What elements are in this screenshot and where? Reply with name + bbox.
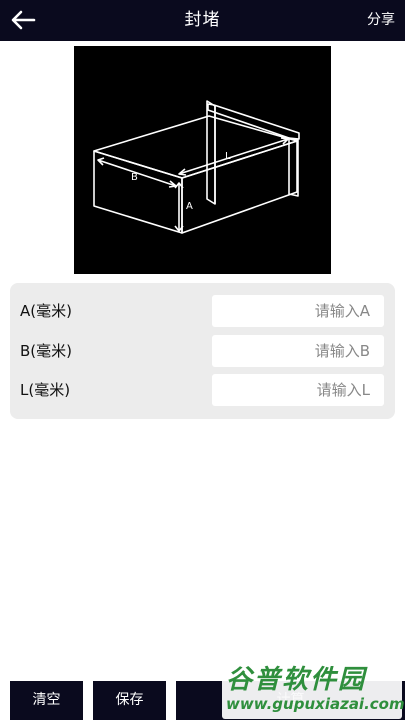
form-row-a: A(毫米) bbox=[10, 295, 395, 327]
form-row-l: L(毫米) bbox=[10, 374, 395, 406]
input-l[interactable] bbox=[212, 374, 384, 406]
watermark: 谷普软件园 www.gupuxiazai.com bbox=[222, 657, 405, 719]
dimension-l-line bbox=[178, 138, 289, 175]
top-bar: 封堵 分享 bbox=[0, 0, 405, 41]
label-a: A bbox=[186, 201, 193, 212]
watermark-url: www.gupuxiazai.com bbox=[226, 695, 405, 713]
watermark-logo: 谷普软件园 bbox=[226, 665, 367, 695]
share-button[interactable]: 分享 bbox=[367, 0, 395, 41]
form-row-b: B(毫米) bbox=[10, 335, 395, 367]
save-button[interactable]: 保存 bbox=[93, 681, 166, 720]
page-title: 封堵 bbox=[184, 10, 221, 30]
clear-button[interactable]: 清空 bbox=[10, 681, 83, 720]
input-form: A(毫米) B(毫米) L(毫米) bbox=[10, 283, 395, 419]
label-b-mm: B(毫米) bbox=[20, 342, 72, 360]
label-l-mm: L(毫米) bbox=[20, 381, 71, 399]
label-l: L bbox=[225, 151, 231, 162]
input-b[interactable] bbox=[212, 335, 384, 367]
label-a-mm: A(毫米) bbox=[20, 302, 72, 320]
label-b: B bbox=[131, 172, 138, 183]
duct-diagram: B L A bbox=[74, 46, 331, 274]
input-a[interactable] bbox=[212, 295, 384, 327]
